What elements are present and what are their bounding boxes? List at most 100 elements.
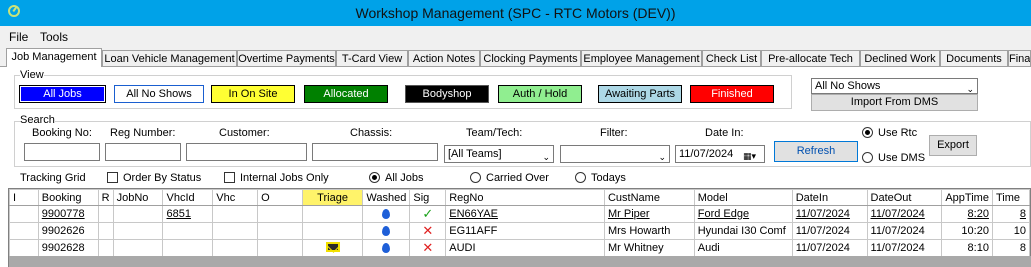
col-header-vhc[interactable]: Vhc (212, 189, 259, 206)
all-jobs-button[interactable]: All Jobs (19, 85, 106, 103)
tab-clocking-payments[interactable]: Clocking Payments (480, 50, 581, 66)
todays-radio[interactable] (575, 172, 586, 183)
tab-overtime-payments[interactable]: Overtime Payments (237, 50, 336, 66)
internal-jobs-only-label: Internal Jobs Only (240, 172, 329, 184)
cell-apptime[interactable]: 8:20 (941, 205, 993, 223)
cell-i (9, 239, 39, 257)
cell-model[interactable]: Audi (693, 239, 793, 257)
order-by-status-checkbox[interactable] (107, 172, 118, 183)
cell-booking[interactable]: 9902626 (37, 222, 99, 240)
col-header-dateout[interactable]: DateOut (866, 189, 943, 206)
cell-i (9, 205, 39, 223)
finished-button[interactable]: Finished (690, 85, 774, 103)
cell-o (257, 205, 303, 223)
use-rtc-radio[interactable] (862, 127, 873, 138)
cell-vhc (212, 222, 259, 240)
cell-datein[interactable]: 11/07/2024 (791, 239, 868, 257)
menu-tools[interactable]: Tools (40, 30, 68, 44)
cell-datein[interactable]: 11/07/2024 (791, 222, 868, 240)
col-header-apptime[interactable]: AppTime (941, 189, 993, 206)
col-header-regno[interactable]: RegNo (445, 189, 605, 206)
col-header-jobno[interactable]: JobNo (112, 189, 164, 206)
all-jobs-radio[interactable] (369, 172, 380, 183)
cell-booking[interactable]: 9900778 (37, 205, 99, 223)
tab-declined-work[interactable]: Declined Work (860, 50, 940, 66)
calendar-icon: ▦▾ (743, 151, 757, 161)
cell-vhcid[interactable] (162, 239, 214, 257)
refresh-button[interactable]: Refresh (774, 141, 858, 162)
tracking-grid-label: Tracking Grid (20, 172, 86, 184)
carried-over-radio[interactable] (470, 172, 481, 183)
tab-employee-management[interactable]: Employee Management (581, 50, 702, 66)
use-dms-radio[interactable] (862, 152, 873, 163)
col-header-time[interactable]: Time (991, 189, 1030, 206)
export-button[interactable]: Export (929, 135, 977, 156)
col-header-r[interactable]: R (97, 189, 114, 206)
all-no-shows-button[interactable]: All No Shows (114, 85, 204, 103)
cell-regno[interactable]: EG11AFF (445, 222, 605, 240)
cell-regno[interactable]: EN66YAE (445, 205, 605, 223)
tab-t-card-view[interactable]: T-Card View (336, 50, 408, 66)
cell-custname[interactable]: Mr Whitney (603, 239, 695, 257)
envelope-icon[interactable] (325, 241, 340, 252)
cell-dateout[interactable]: 11/07/2024 (866, 222, 943, 240)
col-header-sig[interactable]: Sig (409, 189, 447, 206)
tab-pre-allocate-tech[interactable]: Pre-allocate Tech (761, 50, 860, 66)
cell-model[interactable]: Ford Edge (693, 205, 793, 223)
col-header-custname[interactable]: CustName (603, 189, 695, 206)
filter-select[interactable]: ⌄ (560, 145, 670, 163)
col-header-i[interactable]: I (9, 189, 39, 206)
table-row[interactable]: 9902626 ✕ EG11AFF Mrs Howarth Hyundai I3… (9, 222, 1030, 240)
col-header-triage[interactable]: Triage (301, 189, 364, 206)
cell-apptime[interactable]: 10:20 (941, 222, 993, 240)
cell-time[interactable]: 8 (991, 205, 1030, 223)
cell-vhcid[interactable]: 6851 (162, 205, 214, 223)
all-jobs-radio-label: All Jobs (385, 172, 424, 184)
tab-documents[interactable]: Documents (940, 50, 1008, 66)
chassis-input[interactable] (312, 143, 438, 161)
cross-icon: ✕ (422, 240, 434, 256)
todays-label: Todays (591, 172, 626, 184)
cell-dateout[interactable]: 11/07/2024 (866, 239, 943, 257)
cell-regno[interactable]: AUDI (445, 239, 605, 257)
tab-check-list[interactable]: Check List (702, 50, 761, 66)
in-on-site-button[interactable]: In On Site (211, 85, 295, 103)
tab-loan-vehicle-management[interactable]: Loan Vehicle Management (102, 50, 237, 66)
customer-input[interactable] (186, 143, 307, 161)
col-header-datein[interactable]: DateIn (791, 189, 868, 206)
tab-action-notes[interactable]: Action Notes (408, 50, 480, 66)
cell-vhcid[interactable] (162, 222, 214, 240)
cell-custname[interactable]: Mrs Howarth (603, 222, 695, 240)
col-header-model[interactable]: Model (693, 189, 793, 206)
cell-custname[interactable]: Mr Piper (603, 205, 695, 223)
col-header-vhcid[interactable]: VhcId (162, 189, 214, 206)
tab-finance[interactable]: Fina (1008, 50, 1031, 66)
bodyshop-button[interactable]: Bodyshop (405, 85, 489, 103)
cell-dateout[interactable]: 11/07/2024 (866, 205, 943, 223)
view-filter-select[interactable]: All No Shows ⌄ (811, 78, 978, 94)
import-from-dms-button[interactable]: Import From DMS (811, 94, 978, 111)
team-tech-select[interactable]: [All Teams] ⌄ (444, 145, 554, 163)
col-header-washed[interactable]: Washed (362, 189, 411, 206)
allocated-button[interactable]: Allocated (304, 85, 388, 103)
auth-hold-button[interactable]: Auth / Hold (498, 85, 582, 103)
cell-booking[interactable]: 9902628 (37, 239, 99, 257)
cell-time[interactable]: 8 (991, 239, 1030, 257)
cell-datein[interactable]: 11/07/2024 (791, 205, 868, 223)
col-header-booking[interactable]: Booking (37, 189, 99, 206)
awaiting-parts-button[interactable]: Awaiting Parts (598, 85, 682, 103)
cell-time[interactable]: 10 (991, 222, 1030, 240)
date-in-picker[interactable]: 11/07/2024 ▦▾ (675, 145, 765, 163)
filter-label: Filter: (600, 127, 628, 139)
menu-file[interactable]: File (9, 30, 28, 44)
cell-model[interactable]: Hyundai I30 Comf (693, 222, 793, 240)
cell-jobno (112, 222, 164, 240)
internal-jobs-only-checkbox[interactable] (224, 172, 235, 183)
cell-apptime[interactable]: 8:10 (941, 239, 993, 257)
tab-job-management[interactable]: Job Management (6, 48, 102, 67)
table-row[interactable]: 9902628 ✕ AUDI Mr Whitney Audi 11/07/202… (9, 239, 1030, 257)
col-header-o[interactable]: O (257, 189, 303, 206)
table-row[interactable]: 9900778 6851 ✓ EN66YAE Mr Piper Ford Edg… (9, 205, 1030, 223)
booking-no-input[interactable] (24, 143, 100, 161)
reg-number-input[interactable] (105, 143, 181, 161)
